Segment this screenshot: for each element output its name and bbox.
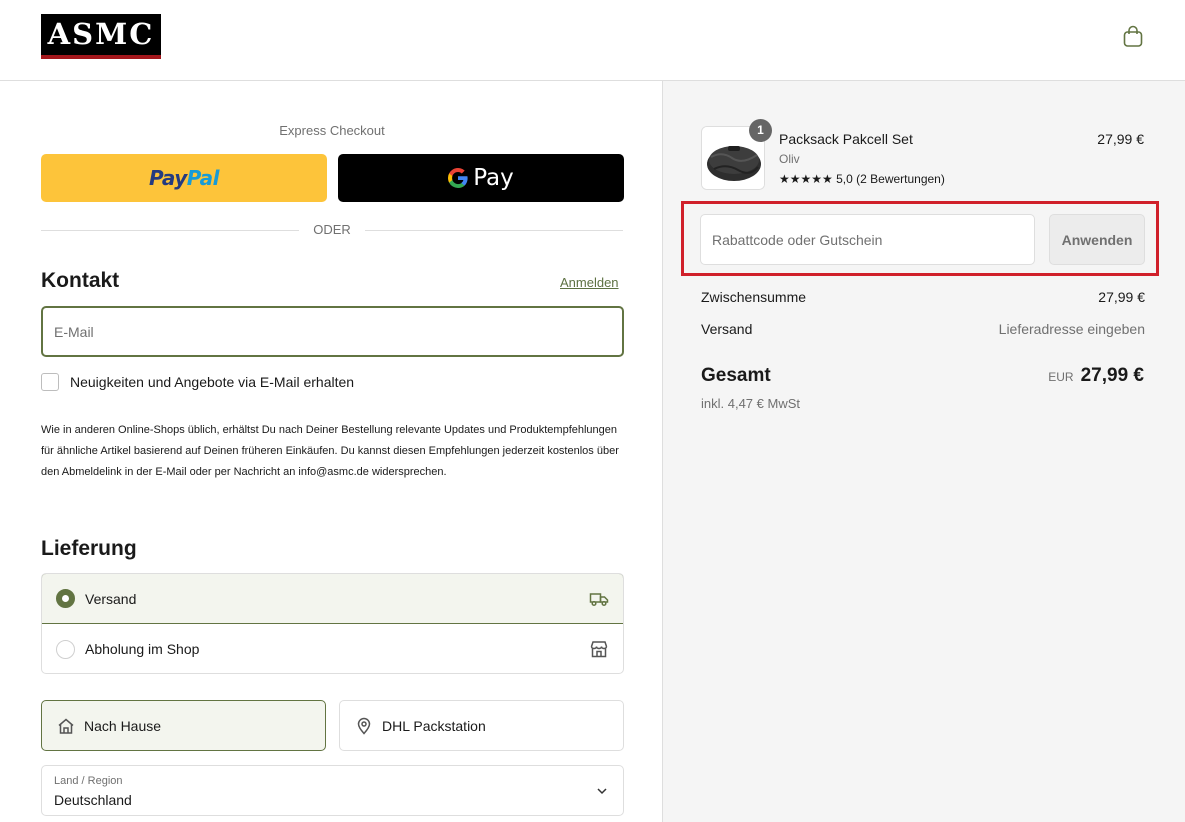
product-variant: Oliv <box>779 152 800 166</box>
shipping-row: Versand Lieferadresse eingeben <box>701 321 1145 337</box>
location-pin-icon <box>357 717 371 735</box>
google-pay-button[interactable]: Pay <box>338 154 624 202</box>
subtotal-value: 27,99 € <box>1098 289 1145 305</box>
email-input[interactable] <box>43 308 622 355</box>
store-icon <box>590 641 608 658</box>
discount-code-field[interactable] <box>700 214 1035 265</box>
discount-code-input[interactable] <box>701 215 1034 264</box>
asmc-logo[interactable]: ASMC <box>41 14 161 59</box>
order-summary: 1 Packsack Pakcell Set Oliv ★★★★★ 5,0 (2… <box>662 81 1185 822</box>
country-select-label: Land / Region <box>54 775 123 787</box>
or-divider: ODER <box>41 221 623 241</box>
chevron-down-icon <box>597 788 607 795</box>
product-rating: ★★★★★ 5,0 (2 Bewertungen) <box>779 172 945 186</box>
google-g-icon <box>448 168 468 188</box>
google-pay-logo: Pay <box>448 165 514 191</box>
total-amount: EUR 27,99 € <box>1048 365 1144 387</box>
home-icon <box>58 718 74 734</box>
subtotal-label: Zwischensumme <box>701 289 807 305</box>
vat-note: inkl. 4,47 € MwSt <box>701 396 800 411</box>
paypal-button[interactable]: PayPal <box>41 154 327 202</box>
paypal-logo: PayPal <box>148 166 220 190</box>
address-type-packstation[interactable]: DHL Packstation <box>339 700 624 751</box>
country-select[interactable]: Land / Region Deutschland <box>41 765 624 816</box>
country-select-value: Deutschland <box>54 792 132 808</box>
total-currency: EUR <box>1048 370 1074 384</box>
contact-heading: Kontakt <box>41 269 120 292</box>
paypal-logo-part-2: Pal <box>186 166 220 190</box>
newsletter-checkbox[interactable] <box>41 373 59 391</box>
delivery-method-group: Versand Abholung im Shop <box>41 573 624 674</box>
subtotal-row: Zwischensumme 27,99 € <box>701 289 1145 305</box>
address-type-label: Nach Hause <box>84 717 162 734</box>
radio-selected[interactable] <box>56 589 75 608</box>
delivery-option-label: Versand <box>85 590 137 607</box>
radio-unselected[interactable] <box>56 639 75 659</box>
shopping-bag-icon[interactable] <box>1122 25 1144 49</box>
address-type-label: DHL Packstation <box>382 717 486 734</box>
newsletter-option[interactable]: Neuigkeiten und Angebote via E-Mail erha… <box>41 373 354 391</box>
delivery-option-label: Abholung im Shop <box>85 641 200 657</box>
delivery-option-shipping[interactable]: Versand <box>42 574 623 624</box>
paypal-logo-part-1: Pay <box>148 166 187 190</box>
shipping-value: Lieferadresse eingeben <box>998 321 1145 337</box>
privacy-notice: Wie in anderen Online-Shops üblich, erhä… <box>41 424 619 478</box>
delivery-truck-icon <box>589 592 609 606</box>
total-value: 27,99 € <box>1080 365 1144 386</box>
quantity-badge: 1 <box>749 119 772 142</box>
newsletter-label: Neuigkeiten und Angebote via E-Mail erha… <box>70 374 355 390</box>
shipping-label: Versand <box>701 321 753 337</box>
delivery-option-pickup[interactable]: Abholung im Shop <box>42 624 623 673</box>
logo-text: ASMC <box>47 17 155 51</box>
google-pay-label: Pay <box>473 165 514 191</box>
login-link[interactable]: Anmelden <box>560 275 619 290</box>
address-type-home[interactable]: Nach Hause <box>41 700 326 751</box>
email-field[interactable] <box>41 306 624 357</box>
checkout-main: Express Checkout PayPal Pay ODER Kontakt… <box>0 81 662 822</box>
product-name: Packsack Pakcell Set <box>779 131 913 147</box>
total-label: Gesamt <box>701 365 771 386</box>
product-price: 27,99 € <box>1097 131 1144 147</box>
express-checkout-title: Express Checkout <box>279 123 385 138</box>
apply-discount-button[interactable]: Anwenden <box>1049 214 1145 265</box>
delivery-heading: Lieferung <box>41 537 137 560</box>
header: ASMC <box>0 0 1185 81</box>
divider-line-right <box>365 230 623 231</box>
